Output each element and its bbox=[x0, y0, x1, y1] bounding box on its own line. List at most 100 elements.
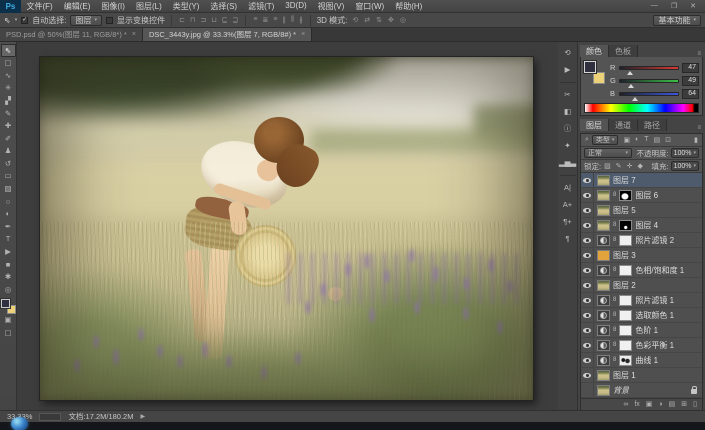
fill-value[interactable]: 100%▾ bbox=[671, 161, 699, 171]
layer-mask-icon[interactable]: ▣ bbox=[646, 401, 653, 408]
tab-路径[interactable]: 路径 bbox=[638, 119, 667, 131]
layer-row[interactable]: 8曲线 1 bbox=[581, 353, 702, 368]
blend-mode-dropdown[interactable]: 正常▾ bbox=[584, 148, 632, 158]
menu-item[interactable]: 帮助(H) bbox=[390, 1, 428, 12]
layer-row[interactable]: 8色彩平衡 1 bbox=[581, 338, 702, 353]
menu-item[interactable]: 滤镜(T) bbox=[243, 1, 280, 12]
layer-visibility-toggle[interactable] bbox=[581, 263, 594, 277]
link-layers-icon[interactable]: ∞ bbox=[623, 401, 628, 408]
align-icon[interactable]: ⊐ bbox=[199, 16, 207, 24]
tool-preset-caret-icon[interactable]: ▾ bbox=[15, 17, 18, 23]
foreground-color-swatch[interactable] bbox=[1, 299, 10, 308]
distribute-icon[interactable]: ⫼ bbox=[290, 16, 295, 24]
dodge-tool[interactable]: ◐ bbox=[1, 208, 16, 221]
history-brush-tool[interactable]: ↺ bbox=[1, 157, 16, 170]
tab-close-icon[interactable]: × bbox=[132, 31, 136, 38]
lock-icon[interactable]: ✛ bbox=[626, 162, 634, 170]
paragraph-icon[interactable]: ¶ bbox=[560, 232, 576, 245]
tab-色板[interactable]: 色板 bbox=[609, 45, 638, 57]
auto-select-target-dropdown[interactable]: 图层▾ bbox=[70, 15, 102, 26]
layer-row[interactable]: 8选取颜色 1 bbox=[581, 308, 702, 323]
history-icon[interactable]: ⟲ bbox=[560, 46, 576, 59]
align-icon[interactable]: ⊔ bbox=[210, 16, 217, 24]
3d-mode-icon[interactable]: ⇅ bbox=[375, 16, 383, 24]
layer-row[interactable]: 图层 1 bbox=[581, 368, 702, 383]
layer-visibility-toggle[interactable] bbox=[581, 203, 594, 217]
layer-row[interactable]: 8色相/饱和度 1 bbox=[581, 263, 702, 278]
character-icon[interactable]: A| bbox=[560, 181, 576, 194]
distribute-icon[interactable]: ∦ bbox=[298, 16, 304, 24]
toolbar-color-swatches[interactable] bbox=[1, 299, 16, 314]
layer-row[interactable]: 8色阶 1 bbox=[581, 323, 702, 338]
menu-item[interactable]: 选择(S) bbox=[205, 1, 243, 12]
distribute-icon[interactable]: ∥ bbox=[281, 16, 287, 24]
channel-value-B[interactable]: 64 bbox=[682, 89, 699, 99]
layer-group-icon[interactable]: ▤ bbox=[669, 401, 676, 408]
adjustments-icon[interactable]: ◧ bbox=[560, 105, 576, 118]
layer-row[interactable]: 8照片滤镜 1 bbox=[581, 293, 702, 308]
screen-mode-icon[interactable]: ▢ bbox=[1, 326, 16, 339]
menu-item[interactable]: 图像(I) bbox=[96, 1, 131, 12]
layer-visibility-toggle[interactable] bbox=[581, 338, 594, 352]
layer-row[interactable]: 图层 7 bbox=[581, 173, 702, 188]
document-tab-1[interactable]: PSD.psd @ 50%(图层 11, RGB/8*) *× bbox=[0, 28, 143, 41]
eyedropper-tool[interactable]: ✎ bbox=[1, 107, 16, 120]
channel-value-G[interactable]: 49 bbox=[682, 76, 699, 86]
gradient-tool[interactable]: ▨ bbox=[1, 183, 16, 196]
restore-button[interactable]: ❐ bbox=[671, 2, 677, 10]
distribute-icon[interactable]: ≡ bbox=[272, 16, 278, 24]
menu-item[interactable]: 编辑(E) bbox=[58, 1, 96, 12]
path-selection-tool[interactable]: ▶ bbox=[1, 246, 16, 259]
layer-row[interactable]: 8照片滤镜 2 bbox=[581, 233, 702, 248]
tab-颜色[interactable]: 颜色 bbox=[580, 45, 609, 57]
align-icon[interactable]: ⊑ bbox=[221, 16, 229, 24]
layer-visibility-toggle[interactable] bbox=[581, 173, 594, 187]
filter-kind-icon[interactable]: T bbox=[643, 136, 649, 144]
3d-mode-icon[interactable]: ✥ bbox=[387, 16, 395, 24]
layer-row[interactable]: 背景 bbox=[581, 383, 702, 398]
filter-type-dropdown[interactable]: 类型▾ bbox=[592, 135, 619, 145]
layer-visibility-toggle[interactable] bbox=[581, 353, 594, 367]
layer-visibility-toggle[interactable] bbox=[581, 383, 594, 397]
align-icon[interactable]: ⊒ bbox=[232, 16, 240, 24]
align-icon[interactable]: ⊓ bbox=[189, 16, 196, 24]
filter-kind-icon[interactable]: ⊡ bbox=[664, 136, 672, 144]
align-icon[interactable]: ⊏ bbox=[178, 16, 186, 24]
quick-selection-tool[interactable]: ✳ bbox=[1, 82, 16, 95]
layer-visibility-toggle[interactable] bbox=[581, 188, 594, 202]
properties-icon[interactable]: ✂ bbox=[560, 88, 576, 101]
channel-value-R[interactable]: 47 bbox=[682, 63, 699, 73]
layer-visibility-toggle[interactable] bbox=[581, 233, 594, 247]
layer-row[interactable]: 图层 2 bbox=[581, 278, 702, 293]
slider-marker[interactable] bbox=[627, 71, 633, 75]
slider-marker[interactable] bbox=[628, 84, 634, 88]
status-options-arrow-icon[interactable]: ▶ bbox=[140, 413, 145, 420]
3d-mode-icon[interactable]: ⟲ bbox=[351, 16, 359, 24]
filter-kind-icon[interactable]: ▣ bbox=[622, 136, 631, 144]
auto-select-checkbox[interactable]: ✓ bbox=[21, 17, 28, 24]
3d-mode-icon[interactable]: ⇄ bbox=[363, 16, 371, 24]
layer-visibility-toggle[interactable] bbox=[581, 368, 594, 382]
distribute-icon[interactable]: ≣ bbox=[262, 16, 270, 24]
lock-icon[interactable]: ✎ bbox=[615, 162, 623, 170]
layer-visibility-toggle[interactable] bbox=[581, 323, 594, 337]
channel-slider-B[interactable] bbox=[619, 92, 679, 96]
layer-visibility-toggle[interactable] bbox=[581, 248, 594, 262]
layer-visibility-toggle[interactable] bbox=[581, 293, 594, 307]
menu-item[interactable]: 类型(Y) bbox=[167, 1, 205, 12]
menu-item[interactable]: 图层(L) bbox=[130, 1, 167, 12]
layer-row[interactable]: 8图层 4 bbox=[581, 218, 702, 233]
3d-mode-icon[interactable]: ◎ bbox=[399, 16, 407, 24]
layer-visibility-toggle[interactable] bbox=[581, 218, 594, 232]
shape-tool[interactable]: ■ bbox=[1, 258, 16, 271]
tab-图层[interactable]: 图层 bbox=[580, 119, 609, 131]
canvas-area[interactable] bbox=[17, 42, 558, 410]
minimize-button[interactable]: — bbox=[651, 2, 658, 10]
tab-通道[interactable]: 通道 bbox=[609, 119, 638, 131]
foreground-color-swatch[interactable] bbox=[584, 61, 596, 73]
zoom-tool[interactable]: ◎ bbox=[1, 283, 16, 296]
pen-tool[interactable]: ✒ bbox=[1, 220, 16, 233]
color-spectrum-ramp[interactable] bbox=[584, 103, 699, 113]
crop-tool[interactable]: ▞ bbox=[1, 94, 16, 107]
filter-kind-icon[interactable]: ▤ bbox=[653, 136, 662, 144]
